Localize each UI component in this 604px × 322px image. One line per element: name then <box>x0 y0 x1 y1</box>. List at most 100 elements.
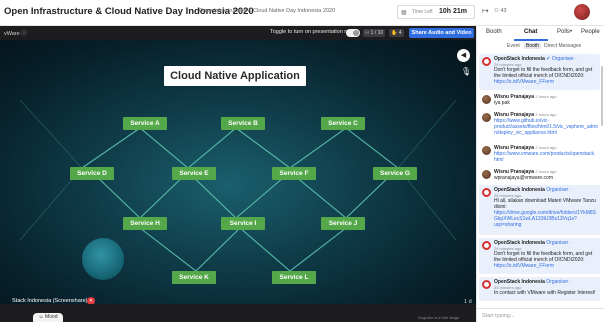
stage-label: vWare ⓘ <box>4 31 27 37</box>
share-audio-video-button[interactable]: Share Audio and Video <box>409 28 474 38</box>
message-link[interactable]: https://www.vmware.com/products/openstac… <box>494 151 595 163</box>
time-left-box: ▦ Time Left 10h 21m <box>397 5 475 19</box>
subtab-event[interactable]: Event <box>507 43 520 49</box>
top-header: Open Infrastructure & Cloud Native Day I… <box>0 0 604 26</box>
chat-message: OpenStack Indonesia Organiser · 26 minut… <box>479 185 600 235</box>
sender-role: Organiser · <box>546 187 572 193</box>
chat-message: OpenStack Indonesia Organiser · 33 minut… <box>479 277 600 301</box>
sender-role: Organiser · <box>546 279 572 285</box>
microphone-icon[interactable]: 🎙 <box>461 67 471 76</box>
message-text: In contact with VMware with Register Int… <box>494 290 596 296</box>
collapse-arrow-icon[interactable]: ◀ <box>457 49 470 62</box>
exit-icon[interactable]: ↦ <box>482 6 489 15</box>
stage-toolbar: vWare ⓘ Toggle to turn on presentation m… <box>0 26 476 40</box>
chat-message: Wisnu Pranajaya 2 hours ago wpranajaya@v… <box>479 167 600 183</box>
service-box-j: Service J <box>321 217 365 230</box>
sender-role: Organiser · <box>551 56 577 62</box>
service-box-b: Service B <box>221 117 265 130</box>
message-body: Hi all, silakan download Materi VMware T… <box>494 198 598 228</box>
message-time: 2 hours ago <box>535 169 557 174</box>
organiser-avatar <box>482 241 491 250</box>
tab-polls-label: Polls <box>557 29 571 35</box>
message-time: 2 hours ago <box>535 94 557 99</box>
message-link[interactable]: https://s.id/VMware_FForm <box>494 263 554 269</box>
stage-hint: Nugroho is in the stage <box>418 315 460 320</box>
organiser-avatar <box>482 280 491 289</box>
subtab-direct-messages[interactable]: Direct Messages <box>544 43 581 49</box>
active-tab-indicator <box>514 39 548 41</box>
viewer-count-pill[interactable]: ⚇ 1 / 10 <box>363 29 385 37</box>
service-box-c: Service C <box>321 117 365 130</box>
service-box-d: Service D <box>70 167 114 180</box>
chat-subtabs: Event Booth Direct Messages <box>477 42 604 52</box>
people-icon: ⚇ <box>494 8 499 14</box>
message-link[interactable]: https://drive.google.com/drive/folders/1… <box>494 210 596 228</box>
message-text: Don't forget to fill the feedback form, … <box>494 67 593 79</box>
message-body: https://www.github.io/vic-product/assets… <box>494 118 598 136</box>
chevron-down-icon[interactable]: ⌄ <box>583 11 587 17</box>
tab-polls[interactable]: Polls• <box>557 29 572 35</box>
stop-share-icon[interactable]: ✕ <box>87 297 95 304</box>
message-link[interactable]: https://www.github.io/vic-product/assets… <box>494 118 598 136</box>
chat-message: Wisnu Pranajaya 2 hours ago iya pak <box>479 92 600 108</box>
time-left-label: Time Left <box>412 9 433 15</box>
decorative-circle <box>82 238 124 280</box>
raised-hands-count: 4 <box>398 30 402 36</box>
presentation-slide: Cloud Native Application Service A Servi… <box>0 40 476 304</box>
sender-role: Organiser · <box>546 240 572 246</box>
service-box-g: Service G <box>373 167 417 180</box>
message-time: 2 hours ago <box>535 112 557 117</box>
event-subtitle: Open Infrastructure & Cloud Native Day I… <box>199 8 336 14</box>
chat-message: OpenStack Indonesia Organiser · 26 minut… <box>479 238 600 274</box>
chat-message: Wisnu Pranajaya 2 hours ago https://www.… <box>479 143 600 165</box>
message-text: wpranajaya@vmware.com <box>494 175 553 181</box>
presentation-toggle-label: Toggle to turn on presentation mode <box>270 29 359 35</box>
polls-badge: • <box>570 29 573 35</box>
chat-message: Wisnu Pranajaya 2 hours ago https://www.… <box>479 110 600 140</box>
hand-icon: ✋ <box>391 30 399 36</box>
message-link[interactable]: https://s.id/VMware_FForm <box>494 79 554 85</box>
user-avatar[interactable] <box>574 4 590 20</box>
panel-tabs: Booth Chat Polls• People <box>477 26 604 41</box>
message-text: Don't forget to fill the feedback form, … <box>494 251 593 263</box>
slide-title: Cloud Native Application <box>164 66 306 86</box>
service-box-k: Service K <box>172 271 216 284</box>
message-time: 2 hours ago <box>535 145 557 150</box>
people-count-value: 43 <box>500 8 507 14</box>
service-box-h: Service H <box>123 217 167 230</box>
service-box-l: Service L <box>272 271 316 284</box>
service-box-i: Service I <box>221 217 265 230</box>
calendar-icon: ▦ <box>401 10 407 16</box>
tab-chat[interactable]: Chat <box>524 29 537 35</box>
presentation-mode-toggle[interactable] <box>346 29 360 37</box>
message-body: https://www.vmware.com/products/openstac… <box>494 151 598 163</box>
user-avatar <box>482 170 491 179</box>
mood-button[interactable]: ☺ Mood <box>33 313 63 322</box>
organiser-avatar <box>482 57 491 66</box>
people-count[interactable]: ⚇ 43 <box>494 8 507 14</box>
message-text: iya pak <box>494 100 510 106</box>
tab-people[interactable]: People <box>581 29 600 35</box>
user-avatar <box>482 146 491 155</box>
chat-input[interactable]: Start typing... <box>477 308 604 322</box>
user-avatar <box>482 113 491 122</box>
tab-booth[interactable]: Booth <box>486 29 502 35</box>
user-avatar <box>482 95 491 104</box>
organiser-avatar <box>482 188 491 197</box>
message-body: Don't forget to fill the feedback form, … <box>494 67 598 85</box>
mood-label: Mood <box>44 314 58 320</box>
pin-icon: ✔ <box>546 56 551 62</box>
message-text: Hi all, silakan download Materi VMware T… <box>494 198 596 210</box>
chat-message: OpenStack Indonesia ✔ Organiser · 26 min… <box>479 54 600 90</box>
raised-hands-pill[interactable]: ✋ 4 <box>389 29 404 37</box>
service-box-f: Service F <box>272 167 316 180</box>
chat-message-list: OpenStack Indonesia ✔ Organiser · 26 min… <box>477 54 604 306</box>
subtab-booth[interactable]: Booth <box>524 43 542 49</box>
message-body: Don't forget to fill the feedback form, … <box>494 251 598 269</box>
chat-scrollbar[interactable] <box>601 66 603 126</box>
side-panel: Booth Chat Polls• People Event Booth Dir… <box>476 26 604 322</box>
service-box-e: Service E <box>172 167 216 180</box>
stage-bottom-bar: ☺ Mood Nugroho is in the stage <box>0 304 476 322</box>
viewer-count: 1 / 10 <box>370 30 384 36</box>
service-box-a: Service A <box>123 117 167 130</box>
